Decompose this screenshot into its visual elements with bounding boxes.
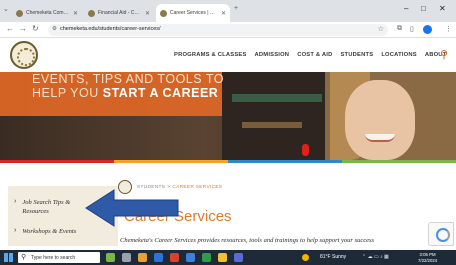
- file-explorer-icon[interactable]: [138, 253, 147, 262]
- hero-red-bottle: [302, 144, 309, 156]
- close-window-button[interactable]: ✕: [439, 4, 446, 13]
- taskbar-search-box[interactable]: ⚲ Type here to search: [18, 252, 100, 263]
- nav-programs-classes[interactable]: PROGRAMS & CLASSES: [174, 52, 247, 58]
- edge-browser-icon[interactable]: [154, 253, 163, 262]
- nav-cost-aid[interactable]: COST & AID: [297, 52, 332, 58]
- tab-close-icon[interactable]: ✕: [221, 10, 226, 17]
- bookmark-star-icon[interactable]: ☆: [378, 25, 384, 33]
- sidebar-item-label: Workshops & Events: [22, 228, 77, 235]
- forward-button[interactable]: →: [19, 24, 27, 33]
- chevron-right-icon: ›: [14, 198, 17, 205]
- chevron-right-icon: ›: [14, 227, 17, 234]
- sidebar-icon[interactable]: ▯: [410, 25, 414, 33]
- hero-text-panel: EVENTS, TIPS AND TOOLS TO HELP YOU START…: [0, 72, 224, 116]
- browser-toolbar: ← → ↻ ⚙ chemeketa.edu/students/career-se…: [0, 22, 456, 38]
- tab-chemeketa[interactable]: Chemeketa Community Colleg ✕: [12, 4, 82, 22]
- favicon-icon: [88, 9, 95, 17]
- hero-headline-line2: HELP YOU START A CAREER: [32, 86, 219, 100]
- taskbar-clock[interactable]: 3:05 PM 7/22/2024: [418, 252, 437, 263]
- outlook-icon[interactable]: [186, 253, 195, 262]
- back-button[interactable]: ←: [6, 24, 14, 33]
- search-icon: ⚲: [21, 254, 27, 261]
- extensions-icon[interactable]: ⧉: [397, 25, 402, 33]
- url-text: chemeketa.edu/students/career-services/: [60, 26, 161, 32]
- nav-admission[interactable]: ADMISSION: [255, 52, 290, 58]
- favicon-icon: [16, 9, 23, 17]
- hero-background-shelf: [222, 72, 332, 160]
- main-navigation: PROGRAMS & CLASSES ADMISSION COST & AID …: [174, 52, 446, 58]
- search-icon[interactable]: ⚲: [440, 48, 448, 61]
- site-info-icon[interactable]: ⚙: [52, 26, 57, 32]
- chemeketa-logo[interactable]: [10, 41, 38, 69]
- system-tray-icons[interactable]: ⌃ ☁ ▭ ♪ ▦: [362, 254, 389, 260]
- hero-banner: EVENTS, TIPS AND TOOLS TO HELP YOU START…: [0, 72, 456, 160]
- maximize-button[interactable]: □: [421, 4, 426, 13]
- reload-button[interactable]: ↻: [32, 24, 39, 33]
- pointer-arrow-annotation: [85, 189, 179, 227]
- tab-close-icon[interactable]: ✕: [73, 10, 78, 17]
- weather-widget[interactable]: 81°F Sunny: [320, 254, 346, 260]
- sidebar-item-label: Resources: [22, 208, 49, 215]
- color-stripe-divider: [0, 160, 456, 163]
- favicon-icon: [160, 9, 167, 17]
- task-view-icon[interactable]: [122, 253, 131, 262]
- site-header: PROGRAMS & CLASSES ADMISSION COST & AID …: [0, 38, 456, 72]
- office-app-icon[interactable]: [170, 253, 179, 262]
- windows-start-icon[interactable]: [4, 253, 13, 262]
- hero-student-photo: [345, 80, 415, 160]
- hero-student-smile: [365, 134, 395, 142]
- recaptcha-badge[interactable]: [428, 222, 454, 246]
- sidebar-item-workshops-events[interactable]: › Workshops & Events: [8, 227, 118, 236]
- address-bar[interactable]: ⚙ chemeketa.edu/students/career-services…: [48, 24, 388, 36]
- minimize-button[interactable]: –: [404, 4, 408, 13]
- tab-career-services[interactable]: Career Services | Chemeketa C ✕: [156, 4, 230, 22]
- browser-tab-strip: ⌄ Chemeketa Community Colleg ✕ Financial…: [0, 0, 456, 22]
- taskbar-app-icon[interactable]: [106, 253, 115, 262]
- tab-close-icon[interactable]: ✕: [145, 10, 150, 17]
- nav-locations[interactable]: LOCATIONS: [381, 52, 417, 58]
- intro-text: Chemeketa's Career Services provides res…: [120, 237, 375, 244]
- new-tab-button[interactable]: +: [234, 5, 238, 12]
- teams-icon[interactable]: [234, 253, 243, 262]
- tab-financial-aid[interactable]: Financial Aid - Chemeketa Com ✕: [84, 4, 154, 22]
- menu-icon[interactable]: ⋮: [445, 25, 452, 33]
- windows-taskbar: ⚲ Type here to search 81°F Sunny ⌃ ☁ ▭ ♪…: [0, 250, 456, 265]
- chrome-browser-icon[interactable]: [218, 253, 227, 262]
- nav-students[interactable]: STUDENTS: [340, 52, 373, 58]
- tab-search-icon[interactable]: ⌄: [3, 5, 9, 13]
- weather-sun-icon: [302, 254, 309, 261]
- sidebar-item-label: Job Search Tips &: [22, 199, 71, 206]
- profile-avatar[interactable]: [423, 25, 432, 34]
- spreadsheet-app-icon[interactable]: [202, 253, 211, 262]
- hero-headline-line1: EVENTS, TIPS AND TOOLS TO: [32, 72, 224, 86]
